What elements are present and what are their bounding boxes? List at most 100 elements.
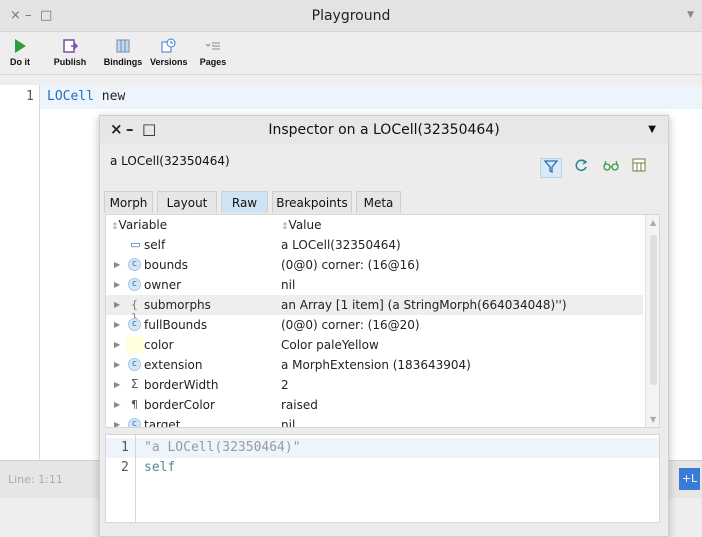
scrollbar-thumb[interactable] [650,235,657,385]
versions-button[interactable]: Versions [150,37,188,67]
code-line[interactable]: LOCell new [47,89,125,104]
publish-label: Publish [53,57,87,67]
variable-value: nil [281,278,296,292]
inspected-object-label: a LOCell(32350464) [110,154,230,168]
versions-label: Versions [150,57,188,67]
bindings-label: Bindings [103,57,143,67]
inspector-title: Inspector on a LOCell(32350464) [268,122,500,138]
message-token: new [93,89,126,104]
table-row[interactable]: ▶ c target nil [106,415,643,428]
variables-table[interactable]: ⇕Variable ⇕Value ▭ self a LOCell(3235046… [105,214,660,428]
cursor-position: Line: 1:11 [8,473,63,486]
table-row[interactable]: ▭ self a LOCell(32350464) [106,235,643,255]
expand-triangle-icon[interactable]: ▶ [114,380,120,389]
sigma-icon: Σ [130,377,139,391]
scroll-down-icon[interactable]: ▼ [650,415,656,424]
bindings-icon [116,39,130,53]
variable-value: a MorphExtension (183643904) [281,358,471,372]
value-column-header[interactable]: ⇕Value [281,218,322,232]
variable-name: borderColor [144,398,215,412]
versions-icon [161,38,176,53]
line-number: 1 [26,89,34,104]
expand-triangle-icon[interactable]: ▶ [114,400,120,409]
tab-meta[interactable]: Meta [356,191,401,213]
window-menu-icon[interactable]: ▼ [687,10,694,20]
vertical-scrollbar[interactable]: ▲ ▼ [645,215,659,427]
variable-name: target [144,418,181,428]
table-header: ⇕Variable ⇕Value [106,215,643,235]
tab-morph[interactable]: Morph [104,191,153,213]
bindings-button[interactable]: Bindings [103,37,143,67]
expand-triangle-icon[interactable]: ▶ [114,340,120,349]
class-c-icon: c [128,418,141,427]
refresh-icon[interactable] [570,158,592,178]
line-number: 2 [121,460,129,475]
expand-triangle-icon[interactable]: ▶ [114,360,120,369]
browse-icon[interactable] [628,158,650,178]
pages-icon [205,42,220,50]
table-row[interactable]: ▶ c fullBounds (0@0) corner: (16@20) [106,315,643,335]
variable-name: borderWidth [144,378,219,392]
variable-name: owner [144,278,182,292]
table-row[interactable]: ▶ color Color paleYellow [106,335,643,355]
braces-icon: { } [131,298,138,324]
close-icon[interactable]: × [110,120,123,138]
expand-triangle-icon[interactable]: ▶ [114,280,120,289]
code-line[interactable]: self [144,460,175,475]
variable-value: (0@0) corner: (16@16) [281,258,420,272]
variable-name: extension [144,358,203,372]
variable-value: a LOCell(32350464) [281,238,401,252]
scroll-up-icon[interactable]: ▲ [650,218,656,227]
do-it-button[interactable]: Do it [6,37,34,67]
line-numbers-toggle-button[interactable]: +L [679,468,700,490]
variable-name: self [144,238,166,252]
playground-toolbar: Do it Publish Bindings Versions Pages [0,33,702,75]
table-row[interactable]: ▶ c bounds (0@0) corner: (16@16) [106,255,643,275]
class-c-icon: c [128,358,141,371]
table-row[interactable]: ▶ c extension a MorphExtension (18364390… [106,355,643,375]
play-icon [15,39,26,53]
evaluator-code-pane[interactable]: 1 "a LOCell(32350464)" 2 self [105,434,660,523]
line-number: 1 [121,440,129,455]
variable-value: (0@0) corner: (16@20) [281,318,420,332]
comment-line[interactable]: "a LOCell(32350464)" [144,440,301,455]
self-icon: ▭ [130,238,141,251]
table-row[interactable]: ▶ ¶ borderColor raised [106,395,643,415]
playground-titlebar[interactable]: × – □ Playground ▼ [0,0,702,32]
minimize-icon[interactable]: – [126,120,134,138]
variable-name: submorphs [144,298,211,312]
variable-name: color [144,338,174,352]
variable-value: Color paleYellow [281,338,379,352]
expand-triangle-icon[interactable]: ▶ [114,320,120,329]
line-number-gutter [0,85,40,460]
color-swatch-icon [126,336,144,354]
class-c-icon: c [128,318,141,331]
expand-triangle-icon[interactable]: ▶ [114,300,120,309]
pilcrow-icon: ¶ [131,398,138,411]
variable-column-header[interactable]: ⇕Variable [111,218,167,232]
variable-value: 2 [281,378,289,392]
variable-value: an Array [1 item] (a StringMorph(6640340… [281,298,567,312]
pages-label: Pages [199,57,227,67]
publish-button[interactable]: Publish [46,37,94,67]
class-token: LOCell [47,89,94,104]
window-title: Playground [311,8,391,24]
variable-value: nil [281,418,296,428]
inspector-titlebar[interactable]: Inspector on a LOCell(32350464) × – □ ▼ [100,116,668,144]
maximize-icon[interactable]: □ [142,120,156,138]
expand-triangle-icon[interactable]: ▶ [114,420,120,427]
table-row[interactable]: ▶ { } submorphs an Array [1 item] (a Str… [106,295,643,324]
tab-breakpoints[interactable]: Breakpoints [272,191,352,213]
pages-button[interactable]: Pages [198,37,228,67]
class-c-icon: c [128,278,141,291]
glasses-icon[interactable] [600,158,622,178]
variable-name: fullBounds [144,318,208,332]
table-row[interactable]: ▶ c owner nil [106,275,643,295]
filter-icon[interactable] [540,158,562,178]
expand-triangle-icon[interactable]: ▶ [114,260,120,269]
tab-raw[interactable]: Raw [221,191,268,213]
window-menu-icon[interactable]: ▼ [648,124,656,135]
table-row[interactable]: ▶ Σ borderWidth 2 [106,375,643,395]
variable-value: raised [281,398,318,412]
tab-layout[interactable]: Layout [157,191,217,213]
